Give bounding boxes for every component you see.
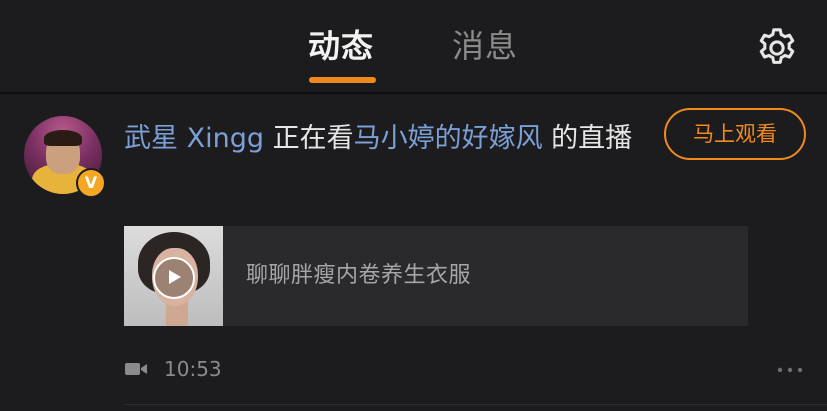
stream-thumbnail [124, 226, 223, 326]
header-divider [0, 92, 827, 94]
verified-badge-icon: V [76, 168, 106, 198]
watch-now-button[interactable]: 马上观看 [664, 108, 806, 160]
activity-text: 武星 Xingg 正在看马小婷的好嫁风 的直播 [124, 118, 644, 160]
post-time: 10:53 [164, 357, 222, 381]
live-host-link[interactable]: 马小婷的好嫁风 [354, 123, 543, 154]
action-text: 正在看 [272, 123, 354, 154]
live-stream-card[interactable]: 聊聊胖瘦内卷养生衣服 [124, 226, 748, 326]
tab-messages[interactable]: 消息 [452, 26, 518, 66]
suffix-text: 的直播 [551, 123, 633, 154]
active-tab-indicator [309, 77, 376, 83]
top-bar: 动态 消息 [0, 0, 827, 92]
tab-feed[interactable]: 动态 [308, 26, 374, 66]
item-divider [124, 404, 827, 405]
play-icon[interactable] [153, 257, 195, 299]
video-camera-icon [124, 360, 148, 378]
user-name-link[interactable]: 武星 Xingg [124, 123, 264, 154]
more-icon[interactable] [776, 360, 804, 380]
gear-icon[interactable] [754, 25, 800, 71]
stream-title: 聊聊胖瘦内卷养生衣服 [246, 263, 472, 288]
